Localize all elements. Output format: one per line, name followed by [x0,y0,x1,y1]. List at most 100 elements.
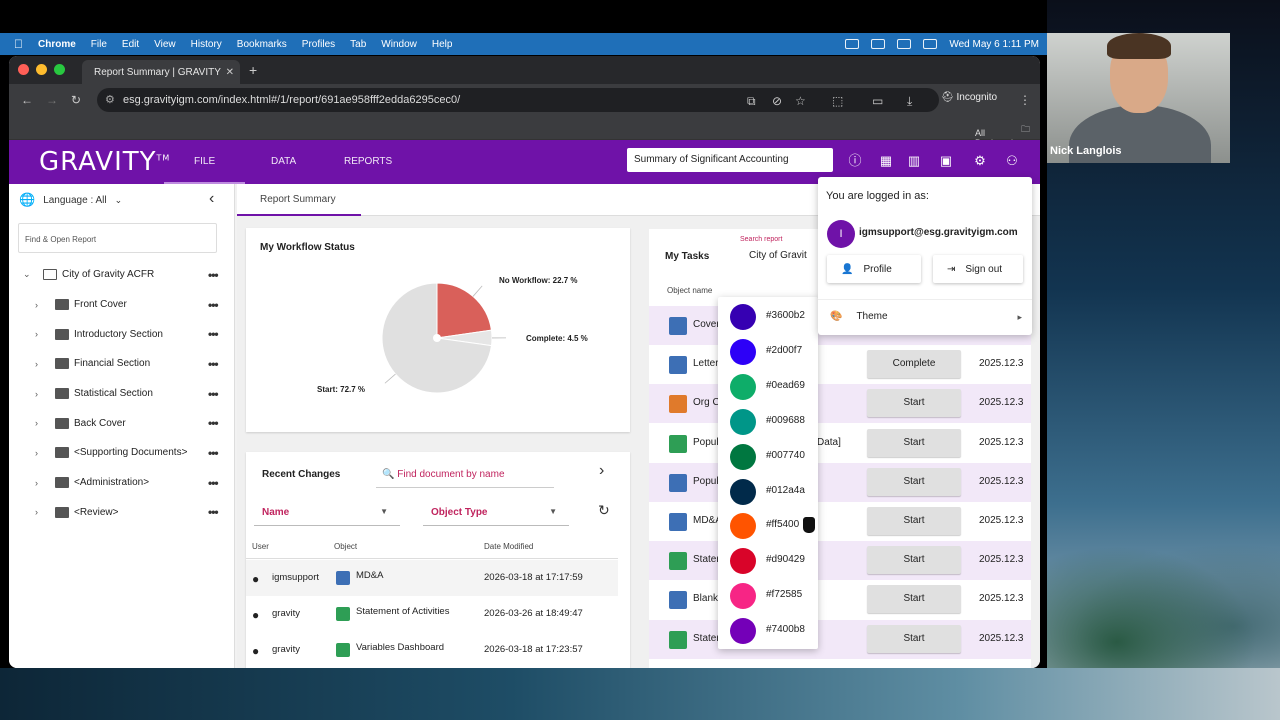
profile-button[interactable]: 👤 Profile [827,255,921,283]
more-icon[interactable]: ••• [208,327,219,341]
task-row[interactable]: Letter Complete 2025.12.3 [649,345,1031,385]
all-bookmarks[interactable]: 🗀 All Bookmarks [975,122,1030,148]
tree-item[interactable]: › Financial Section ••• [9,349,235,379]
nav-reports[interactable]: REPORTS [344,156,392,167]
task-row[interactable]: Popul Start 2025.12.3 [649,462,1031,502]
name-filter-select[interactable]: Name ▼ [254,498,400,526]
task-row[interactable]: MD&A Start 2025.12.3 [649,502,1031,541]
task-action-button[interactable]: Start [867,507,961,535]
status-icon[interactable] [871,39,886,49]
gear-icon[interactable]: ⚙ [973,154,987,168]
refresh-icon[interactable]: ↻ [598,502,610,519]
more-icon[interactable]: ••• [208,476,219,490]
apple-icon[interactable]:  [14,37,23,51]
menu-window[interactable]: Window [381,39,417,50]
chevron-right-icon[interactable]: › [35,359,38,369]
new-tab-icon[interactable]: + [249,62,257,78]
color-swatch[interactable]: #2d00f7 [718,334,818,369]
url-bar[interactable]: ⚙ esg.gravityigm.com/index.html#/1/repor… [97,88,939,112]
chevron-right-icon[interactable]: › [35,329,38,339]
color-swatch[interactable]: #3600b2 [718,299,818,334]
menu-tab[interactable]: Tab [350,39,366,50]
tablet-icon[interactable]: ▣ [939,154,953,168]
bar-chart-icon[interactable]: ▥ [907,154,921,168]
table-row[interactable]: ● igmsupport MD&A 2026-03-18 at 17:17:59 [246,560,618,596]
report-search-input[interactable]: Summary of Significant Accounting [627,148,833,172]
task-row[interactable]: Org C Start 2025.12.3 [649,384,1031,424]
tree-item[interactable]: › Back Cover ••• [9,408,235,438]
tree-item[interactable]: › <Review> ••• [9,498,235,528]
more-icon[interactable]: ••• [208,268,219,282]
chevron-right-icon[interactable]: › [35,300,38,310]
grid-icon[interactable]: ▦ [879,154,893,168]
color-swatch[interactable]: #d90429 [718,543,818,578]
minimize-window-button[interactable] [36,64,47,75]
table-row[interactable]: ● gravity Variables Dashboard 2026-03-18… [246,632,618,668]
more-icon[interactable]: ••• [208,298,219,312]
battery-icon[interactable] [923,39,938,49]
chevron-right-icon[interactable]: › [35,507,38,517]
color-swatch[interactable]: #009688 [718,404,818,439]
task-action-button[interactable]: Complete [867,350,961,379]
chevron-right-icon[interactable]: › [35,478,38,488]
chevron-right-icon[interactable]: › [35,448,38,458]
cast-icon[interactable]: ⧉ [747,94,756,109]
object-type-filter-select[interactable]: Object Type ▼ [423,498,569,526]
more-icon[interactable]: ••• [208,416,219,430]
color-swatch[interactable]: #f72585 [718,578,818,613]
sidepanel-icon[interactable]: ▭ [872,94,883,108]
collapse-sidebar-icon[interactable]: ‹ [209,190,214,208]
task-row[interactable]: Stater Start 2025.12.3 [649,619,1031,659]
menu-bookmarks[interactable]: Bookmarks [237,39,287,50]
table-row[interactable]: ● gravity Statement of Activities 2026-0… [246,596,618,632]
download-icon[interactable]: ⤓ [907,94,912,109]
task-action-button[interactable]: Start [867,428,961,457]
task-row[interactable]: Blank Start 2025.12.3 [649,580,1031,620]
clock[interactable]: Wed May 6 1:11 PM [949,39,1039,50]
close-window-button[interactable] [18,64,29,75]
tree-item[interactable]: › Introductory Section ••• [9,319,235,349]
back-icon[interactable]: ← [21,93,33,107]
nav-data[interactable]: DATA [271,156,296,167]
language-selector[interactable]: 🌐 Language : All ⌄ [19,192,122,208]
search-report-input[interactable]: City of Gravit [749,250,807,261]
chevron-right-icon[interactable]: › [599,462,604,480]
find-document-input[interactable]: 🔍 Find document by name [376,458,554,488]
tab-report-summary[interactable]: Report Summary [260,194,336,205]
column-header-object[interactable]: Object [334,542,357,551]
forward-icon[interactable]: → [46,93,58,107]
site-info-icon[interactable]: ⚙ [105,93,115,106]
more-icon[interactable]: ••• [208,387,219,401]
menu-file[interactable]: File [91,39,107,50]
task-row[interactable]: Stater Start 2025.12.3 [649,541,1031,581]
extensions-icon[interactable]: ⬚ [832,94,843,108]
tree-item[interactable]: › <Supporting Documents> ••• [9,438,235,468]
task-action-button[interactable]: Start [867,585,961,614]
reload-icon[interactable]: ↻ [71,93,81,107]
theme-menu-item[interactable]: 🎨 Theme [830,311,888,322]
color-swatch[interactable]: #012a4a [718,474,818,509]
column-header-object-name[interactable]: Object name [667,286,712,295]
more-icon[interactable]: ••• [208,505,219,519]
task-action-button[interactable]: Start [867,389,961,418]
user-icon[interactable]: ⚇ [1005,154,1019,168]
more-icon[interactable]: ••• [208,357,219,371]
column-header-date[interactable]: Date Modified [484,542,533,551]
browser-tab[interactable]: Report Summary | GRAVITY ✕ [82,60,240,84]
menu-help[interactable]: Help [432,39,453,50]
zoom-window-button[interactable] [54,64,65,75]
color-swatch[interactable]: #7400b8 [718,613,818,648]
close-tab-icon[interactable]: ✕ [226,67,234,78]
kebab-menu-icon[interactable]: ⋮ [1019,93,1031,107]
task-action-button[interactable]: Start [867,624,961,653]
menu-edit[interactable]: Edit [122,39,139,50]
menu-history[interactable]: History [191,39,222,50]
task-action-button[interactable]: Start [867,546,961,575]
status-icon[interactable] [845,39,860,49]
chevron-right-icon[interactable]: › [35,389,38,399]
incognito-label[interactable]: ⛑ Incognito [941,92,997,103]
menu-view[interactable]: View [154,39,176,50]
tree-item[interactable]: › <Administration> ••• [9,468,235,498]
menu-profiles[interactable]: Profiles [302,39,335,50]
more-icon[interactable]: ••• [208,446,219,460]
